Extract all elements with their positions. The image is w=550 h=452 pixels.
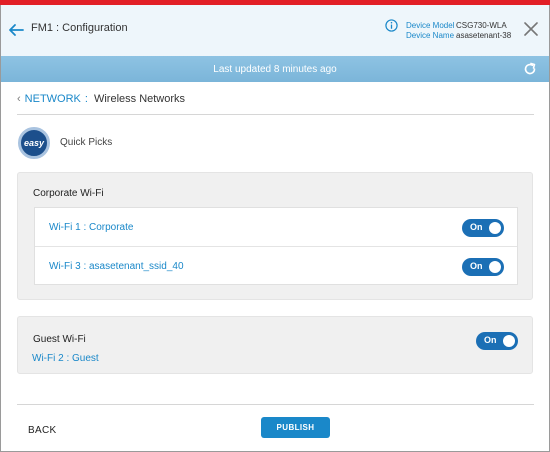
- back-button[interactable]: BACK: [28, 425, 56, 436]
- network-link-wifi-3[interactable]: Wi-Fi 3 : asasetenant_ssid_40: [49, 261, 184, 272]
- guest-wifi-panel: Guest Wi-Fi Wi-Fi 2 : Guest On: [17, 316, 533, 374]
- refresh-icon[interactable]: [523, 62, 537, 76]
- breadcrumb-separator: :: [84, 93, 88, 105]
- device-name-value: asasetenant-38: [456, 31, 512, 40]
- status-bar: Last updated 8 minutes ago: [1, 56, 549, 82]
- toggle-state-label: On: [470, 222, 483, 232]
- wifi-1-toggle[interactable]: On: [462, 219, 504, 237]
- device-model-label: Device Model: [406, 21, 455, 30]
- device-model-value: CSG730-WLA: [456, 21, 507, 30]
- publish-button[interactable]: PUBLISH: [261, 417, 330, 438]
- guest-wifi-title: Guest Wi-Fi: [33, 334, 86, 345]
- guest-wifi-toggle[interactable]: On: [476, 332, 518, 350]
- device-name-label: Device Name: [406, 31, 455, 40]
- toggle-state-label: On: [470, 261, 483, 271]
- info-icon[interactable]: [385, 19, 398, 32]
- list-item: Wi-Fi 1 : Corporate On: [35, 208, 517, 247]
- app-header: FM1 : Configuration Device Model Device …: [1, 5, 549, 56]
- easy-badge-icon[interactable]: easy: [18, 127, 50, 159]
- close-icon[interactable]: [524, 22, 538, 36]
- toggle-state-label: On: [484, 335, 497, 345]
- breadcrumb-network-link[interactable]: NETWORK: [25, 93, 81, 105]
- easy-badge-text: easy: [23, 138, 45, 148]
- chevron-left-icon[interactable]: ‹: [17, 93, 21, 105]
- divider: [17, 114, 534, 115]
- corporate-wifi-panel: Corporate Wi-Fi Wi-Fi 1 : Corporate On W…: [17, 172, 533, 300]
- device-info-labels: Device Model Device Name: [406, 21, 454, 41]
- corporate-network-list: Wi-Fi 1 : Corporate On Wi-Fi 3 : asasete…: [34, 207, 518, 285]
- last-updated-text: Last updated 8 minutes ago: [213, 64, 337, 75]
- toggle-knob: [489, 261, 501, 273]
- list-item: Wi-Fi 3 : asasetenant_ssid_40 On: [35, 246, 517, 285]
- breadcrumb-current: Wireless Networks: [93, 93, 186, 105]
- page-title: FM1 : Configuration: [31, 22, 128, 34]
- toggle-knob: [503, 335, 515, 347]
- network-link-wifi-1[interactable]: Wi-Fi 1 : Corporate: [49, 222, 133, 233]
- device-info-values: CSG730-WLA asasetenant-38: [456, 21, 511, 41]
- toggle-knob: [489, 222, 501, 234]
- breadcrumb: ‹ NETWORK: Wireless Networks: [17, 93, 185, 105]
- wifi-3-toggle[interactable]: On: [462, 258, 504, 276]
- quick-picks-label[interactable]: Quick Picks: [60, 137, 112, 148]
- divider: [17, 404, 534, 405]
- corporate-wifi-title: Corporate Wi-Fi: [33, 188, 104, 199]
- network-link-wifi-2[interactable]: Wi-Fi 2 : Guest: [32, 353, 99, 364]
- back-arrow-icon[interactable]: [7, 21, 25, 39]
